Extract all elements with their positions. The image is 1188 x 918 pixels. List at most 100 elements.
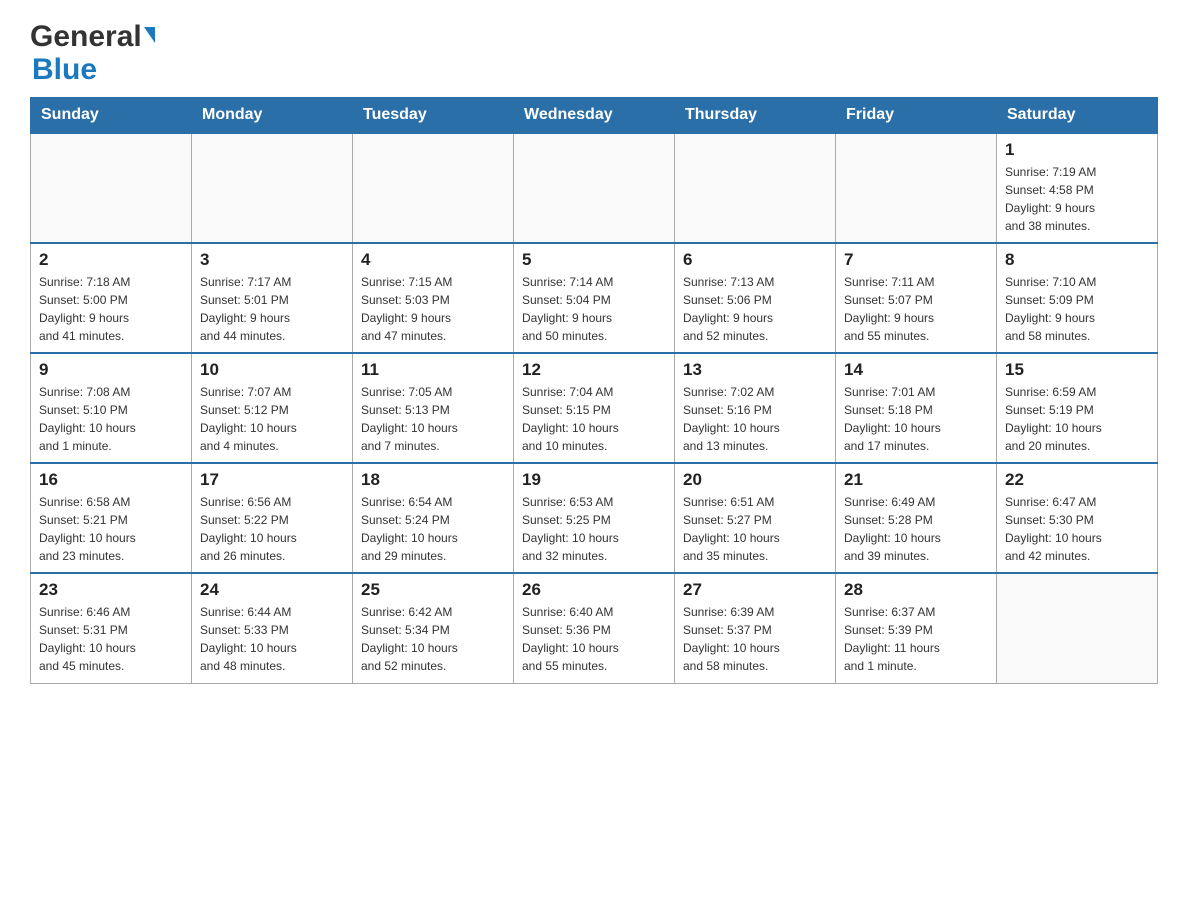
calendar-day-header-saturday: Saturday <box>997 98 1158 134</box>
calendar-day-header-friday: Friday <box>836 98 997 134</box>
day-number: 1 <box>1005 140 1149 160</box>
calendar-cell: 26 Sunrise: 6:40 AM Sunset: 5:36 PM Dayli… <box>514 573 675 683</box>
day-info: Sunrise: 6:37 AM Sunset: 5:39 PM Dayligh… <box>844 603 988 675</box>
calendar-cell <box>836 133 997 243</box>
day-info: Sunrise: 6:47 AM Sunset: 5:30 PM Dayligh… <box>1005 493 1149 565</box>
calendar-cell: 2 Sunrise: 7:18 AM Sunset: 5:00 PM Daylig… <box>31 243 192 353</box>
day-info: Sunrise: 7:19 AM Sunset: 4:58 PM Dayligh… <box>1005 163 1149 235</box>
day-number: 6 <box>683 250 827 270</box>
calendar-cell <box>353 133 514 243</box>
calendar-cell <box>192 133 353 243</box>
day-number: 11 <box>361 360 505 380</box>
calendar-cell: 13Sunrise: 7:02 AM Sunset: 5:16 PM Dayli… <box>675 353 836 463</box>
day-number: 21 <box>844 470 988 490</box>
calendar-cell: 21 Sunrise: 6:49 AM Sunset: 5:28 PM Dayli… <box>836 463 997 573</box>
day-info: Sunrise: 7:08 AM Sunset: 5:10 PM Dayligh… <box>39 383 183 455</box>
calendar-cell <box>997 573 1158 683</box>
day-info: Sunrise: 6:51 AM Sunset: 5:27 PM Dayligh… <box>683 493 827 565</box>
day-info: Sunrise: 7:11 AM Sunset: 5:07 PM Dayligh… <box>844 273 988 345</box>
day-info: Sunrise: 7:18 AM Sunset: 5:00 PM Dayligh… <box>39 273 183 345</box>
day-info: Sunrise: 7:04 AM Sunset: 5:15 PM Dayligh… <box>522 383 666 455</box>
day-number: 12 <box>522 360 666 380</box>
calendar-cell: 27 Sunrise: 6:39 AM Sunset: 5:37 PM Dayli… <box>675 573 836 683</box>
day-number: 13 <box>683 360 827 380</box>
day-number: 24 <box>200 580 344 600</box>
calendar-cell: 20 Sunrise: 6:51 AM Sunset: 5:27 PM Dayli… <box>675 463 836 573</box>
day-number: 27 <box>683 580 827 600</box>
day-info: Sunrise: 6:46 AM Sunset: 5:31 PM Dayligh… <box>39 603 183 675</box>
day-info: Sunrise: 7:01 AM Sunset: 5:18 PM Dayligh… <box>844 383 988 455</box>
day-info: Sunrise: 6:40 AM Sunset: 5:36 PM Dayligh… <box>522 603 666 675</box>
calendar-week-row: 2 Sunrise: 7:18 AM Sunset: 5:00 PM Daylig… <box>31 243 1158 353</box>
calendar-cell <box>675 133 836 243</box>
calendar-cell: 10 Sunrise: 7:07 AM Sunset: 5:12 PM Dayli… <box>192 353 353 463</box>
day-number: 22 <box>1005 470 1149 490</box>
logo-triangle-icon <box>144 27 155 43</box>
day-info: Sunrise: 6:56 AM Sunset: 5:22 PM Dayligh… <box>200 493 344 565</box>
calendar-cell: 18Sunrise: 6:54 AM Sunset: 5:24 PM Dayli… <box>353 463 514 573</box>
day-number: 2 <box>39 250 183 270</box>
day-info: Sunrise: 7:15 AM Sunset: 5:03 PM Dayligh… <box>361 273 505 345</box>
day-number: 3 <box>200 250 344 270</box>
calendar-cell: 22 Sunrise: 6:47 AM Sunset: 5:30 PM Dayli… <box>997 463 1158 573</box>
day-number: 25 <box>361 580 505 600</box>
day-info: Sunrise: 7:07 AM Sunset: 5:12 PM Dayligh… <box>200 383 344 455</box>
calendar-header-row: SundayMondayTuesdayWednesdayThursdayFrid… <box>31 98 1158 134</box>
day-number: 26 <box>522 580 666 600</box>
calendar-day-header-sunday: Sunday <box>31 98 192 134</box>
logo-blue-text: Blue <box>32 53 97 87</box>
day-info: Sunrise: 6:39 AM Sunset: 5:37 PM Dayligh… <box>683 603 827 675</box>
day-number: 4 <box>361 250 505 270</box>
day-info: Sunrise: 7:14 AM Sunset: 5:04 PM Dayligh… <box>522 273 666 345</box>
day-info: Sunrise: 6:53 AM Sunset: 5:25 PM Dayligh… <box>522 493 666 565</box>
calendar-cell: 8 Sunrise: 7:10 AM Sunset: 5:09 PM Daylig… <box>997 243 1158 353</box>
calendar-cell: 28 Sunrise: 6:37 AM Sunset: 5:39 PM Dayli… <box>836 573 997 683</box>
day-number: 28 <box>844 580 988 600</box>
day-info: Sunrise: 6:54 AM Sunset: 5:24 PM Dayligh… <box>361 493 505 565</box>
logo: General Blue <box>30 20 155 87</box>
day-info: Sunrise: 7:17 AM Sunset: 5:01 PM Dayligh… <box>200 273 344 345</box>
day-number: 10 <box>200 360 344 380</box>
day-number: 16 <box>39 470 183 490</box>
day-number: 8 <box>1005 250 1149 270</box>
day-info: Sunrise: 6:42 AM Sunset: 5:34 PM Dayligh… <box>361 603 505 675</box>
day-number: 17 <box>200 470 344 490</box>
calendar-week-row: 16 Sunrise: 6:58 AM Sunset: 5:21 PM Dayli… <box>31 463 1158 573</box>
calendar-cell: 1 Sunrise: 7:19 AM Sunset: 4:58 PM Daylig… <box>997 133 1158 243</box>
calendar-cell: 23Sunrise: 6:46 AM Sunset: 5:31 PM Dayli… <box>31 573 192 683</box>
calendar-cell: 17 Sunrise: 6:56 AM Sunset: 5:22 PM Dayli… <box>192 463 353 573</box>
day-number: 15 <box>1005 360 1149 380</box>
day-number: 9 <box>39 360 183 380</box>
calendar-cell: 3 Sunrise: 7:17 AM Sunset: 5:01 PM Daylig… <box>192 243 353 353</box>
page-header: General Blue <box>30 20 1158 87</box>
calendar-cell: 24 Sunrise: 6:44 AM Sunset: 5:33 PM Dayli… <box>192 573 353 683</box>
logo-general: General <box>30 20 142 53</box>
day-info: Sunrise: 7:13 AM Sunset: 5:06 PM Dayligh… <box>683 273 827 345</box>
day-info: Sunrise: 6:58 AM Sunset: 5:21 PM Dayligh… <box>39 493 183 565</box>
day-number: 7 <box>844 250 988 270</box>
day-info: Sunrise: 6:49 AM Sunset: 5:28 PM Dayligh… <box>844 493 988 565</box>
calendar-cell: 6 Sunrise: 7:13 AM Sunset: 5:06 PM Daylig… <box>675 243 836 353</box>
calendar-week-row: 9 Sunrise: 7:08 AM Sunset: 5:10 PM Daylig… <box>31 353 1158 463</box>
calendar-cell: 4 Sunrise: 7:15 AM Sunset: 5:03 PM Daylig… <box>353 243 514 353</box>
calendar-day-header-wednesday: Wednesday <box>514 98 675 134</box>
calendar-week-row: 23Sunrise: 6:46 AM Sunset: 5:31 PM Dayli… <box>31 573 1158 683</box>
calendar-cell: 15 Sunrise: 6:59 AM Sunset: 5:19 PM Dayli… <box>997 353 1158 463</box>
calendar-table: SundayMondayTuesdayWednesdayThursdayFrid… <box>30 97 1158 684</box>
day-number: 20 <box>683 470 827 490</box>
day-info: Sunrise: 7:05 AM Sunset: 5:13 PM Dayligh… <box>361 383 505 455</box>
calendar-cell: 12 Sunrise: 7:04 AM Sunset: 5:15 PM Dayli… <box>514 353 675 463</box>
day-number: 14 <box>844 360 988 380</box>
calendar-cell: 7 Sunrise: 7:11 AM Sunset: 5:07 PM Daylig… <box>836 243 997 353</box>
day-info: Sunrise: 7:10 AM Sunset: 5:09 PM Dayligh… <box>1005 273 1149 345</box>
calendar-cell <box>514 133 675 243</box>
calendar-cell: 16 Sunrise: 6:58 AM Sunset: 5:21 PM Dayli… <box>31 463 192 573</box>
calendar-cell: 25 Sunrise: 6:42 AM Sunset: 5:34 PM Dayli… <box>353 573 514 683</box>
calendar-cell: 5Sunrise: 7:14 AM Sunset: 5:04 PM Daylig… <box>514 243 675 353</box>
calendar-cell <box>31 133 192 243</box>
day-info: Sunrise: 6:59 AM Sunset: 5:19 PM Dayligh… <box>1005 383 1149 455</box>
day-number: 19 <box>522 470 666 490</box>
day-info: Sunrise: 6:44 AM Sunset: 5:33 PM Dayligh… <box>200 603 344 675</box>
calendar-cell: 11 Sunrise: 7:05 AM Sunset: 5:13 PM Dayli… <box>353 353 514 463</box>
calendar-cell: 19 Sunrise: 6:53 AM Sunset: 5:25 PM Dayli… <box>514 463 675 573</box>
